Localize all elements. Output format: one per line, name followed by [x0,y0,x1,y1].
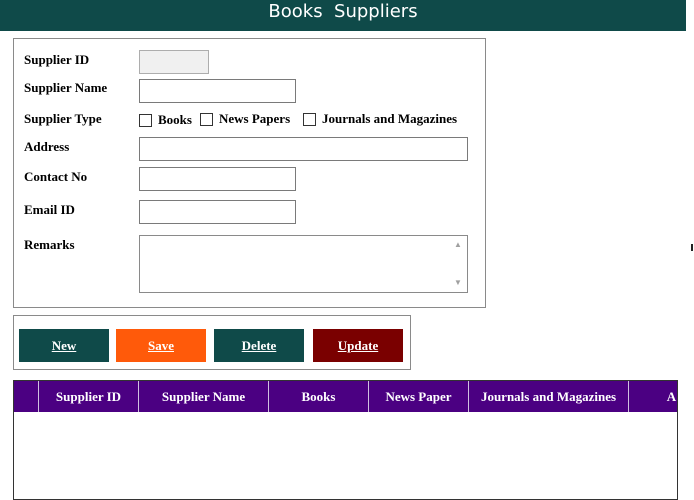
remarks-label: Remarks [24,237,75,252]
update-button[interactable]: Update [313,329,403,362]
type-books-label: Books [158,112,192,127]
col-supplier-name[interactable]: Supplier Name [139,381,269,412]
col-address[interactable]: A [629,381,677,412]
suppliers-grid[interactable]: Supplier ID Supplier Name Books News Pap… [13,380,678,500]
scroll-down-icon[interactable]: ▼ [454,279,462,287]
supplier-id-field [139,50,209,74]
col-news-paper[interactable]: News Paper [369,381,469,412]
supplier-type-label: Supplier Type [24,111,102,126]
col-supplier-id[interactable]: Supplier ID [39,381,139,412]
page-title: Books Suppliers [0,0,686,31]
remarks-field[interactable]: ▲ ▼ [139,235,468,293]
checkbox-icon[interactable] [139,113,152,127]
type-newspapers-label: News Papers [219,111,291,126]
email-label: Email ID [24,202,75,217]
delete-button[interactable]: Delete [214,329,304,362]
resize-tick [691,244,693,251]
row-selector-header[interactable] [14,381,39,412]
supplier-form-panel: Supplier ID Supplier Name Supplier Type … [13,38,486,308]
address-field[interactable] [139,137,468,161]
type-newspapers-checkbox[interactable]: News Papers [200,111,290,127]
type-journals-label: Journals and Magazines [322,111,458,126]
new-button[interactable]: New [19,329,109,362]
supplier-name-label: Supplier Name [24,80,108,95]
save-button[interactable]: Save [116,329,206,362]
supplier-id-label: Supplier ID [24,52,90,67]
scroll-up-icon[interactable]: ▲ [454,241,462,249]
remarks-scrollbar[interactable]: ▲ ▼ [450,236,467,292]
address-label: Address [24,139,70,154]
col-journals[interactable]: Journals and Magazines [469,381,629,412]
contact-field[interactable] [139,167,296,191]
checkbox-icon[interactable] [303,112,316,126]
type-journals-checkbox[interactable]: Journals and Magazines [303,111,457,127]
col-books[interactable]: Books [269,381,369,412]
checkbox-icon[interactable] [200,112,213,126]
type-books-checkbox[interactable]: Books [139,112,192,128]
grid-header-row: Supplier ID Supplier Name Books News Pap… [14,381,677,412]
supplier-name-field[interactable] [139,79,296,103]
action-button-panel: New Save Delete Update [13,315,411,370]
email-field[interactable] [139,200,296,224]
contact-label: Contact No [24,169,88,184]
